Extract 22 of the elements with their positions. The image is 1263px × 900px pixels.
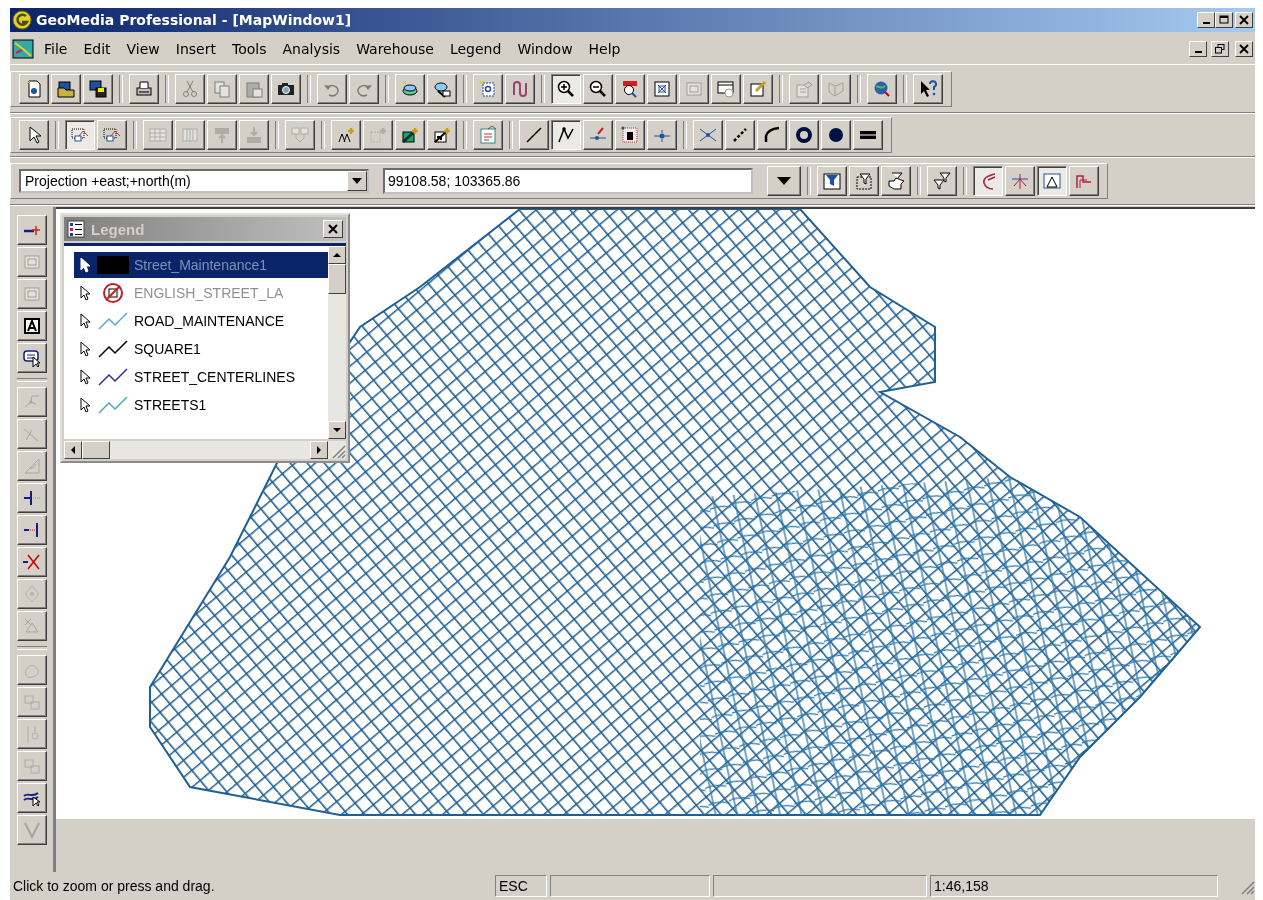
menu-item[interactable]: Window	[511, 39, 579, 59]
menu-item[interactable]: Tools	[225, 39, 273, 59]
legend-entry[interactable]: Street_Maintenance1	[74, 252, 328, 278]
menu-item[interactable]: Insert	[169, 39, 222, 59]
menu-item[interactable]: Warehouse	[350, 39, 440, 59]
legend-entry[interactable]: SQUARE1	[74, 336, 328, 362]
menu-item[interactable]: View	[120, 39, 166, 59]
status-message: Click to zoom or press and drag.	[12, 877, 216, 896]
menu-item[interactable]: Edit	[77, 39, 117, 59]
menu-item[interactable]: Legend	[443, 39, 508, 59]
projection-dropdown[interactable]: Projection +east;+north(m)	[19, 168, 369, 193]
legend-entry[interactable]: STREETS1	[74, 392, 328, 418]
map-scale: 1:46,158	[930, 875, 1218, 897]
menu-item[interactable]: Help	[582, 39, 627, 59]
window-title: GeoMedia Professional - [MapWindow1]	[36, 12, 353, 28]
legend-entry[interactable]: STREET_CENTERLINES	[74, 364, 328, 390]
legend-title: Legend	[91, 220, 146, 238]
coordinate-input-field[interactable]: 99108.58; 103365.86	[383, 167, 753, 194]
key-hint: ESC	[495, 875, 547, 897]
legend-entry[interactable]: ROAD_MAINTENANCE	[74, 308, 328, 334]
menu-item[interactable]: Analysis	[276, 39, 347, 59]
menu-item[interactable]: File	[38, 39, 74, 59]
